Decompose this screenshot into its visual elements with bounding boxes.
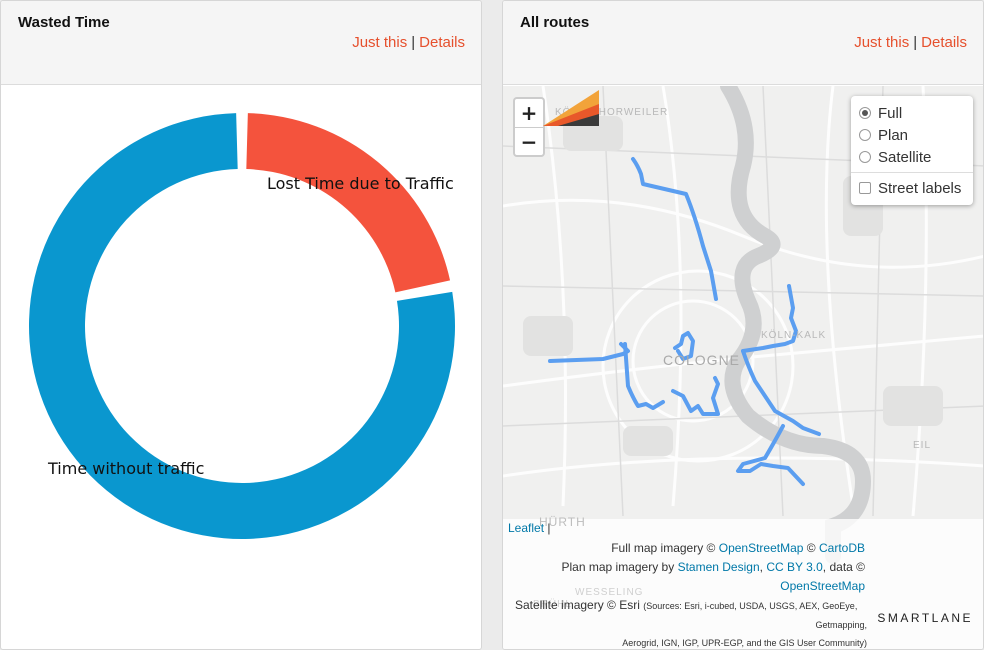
panel-header: All routes Just this | Details — [503, 1, 983, 85]
route-lines — [548, 157, 821, 486]
panel-header: Wasted Time Just this | Details — [1, 1, 481, 85]
plan-attribution: Plan map imagery by Stamen Design, CC BY… — [505, 558, 865, 577]
radio-icon[interactable] — [859, 151, 871, 163]
osm-link[interactable]: OpenStreetMap — [719, 541, 804, 555]
attrib-text: © — [806, 541, 816, 555]
layer-divider — [851, 172, 973, 173]
radio-selected-icon[interactable] — [859, 107, 871, 119]
attrib-text: Full map imagery © — [611, 541, 716, 555]
layer-option-full[interactable]: Full — [859, 102, 965, 124]
river — [720, 86, 872, 564]
routes-map[interactable]: KÖLN-CHORWEILER COLOGNE KÖLN-KALK EIL + … — [503, 86, 983, 649]
attrib-text: Plan map imagery by — [561, 560, 675, 574]
layer-switcher: Full Plan Satellite Street labels — [851, 96, 973, 205]
layer-label: Full — [878, 104, 903, 122]
stamen-link[interactable]: Stamen Design — [678, 560, 760, 574]
layer-option-plan[interactable]: Plan — [859, 124, 965, 146]
attrib-text: , data © — [822, 560, 865, 574]
map-attribution: HÜRTH WESSELING BRÜHL Leaflet | Full map… — [503, 515, 983, 649]
donut-chart: Lost Time due to Traffic Time without tra… — [1, 86, 481, 649]
donut-chart-svg: Lost Time due to Traffic Time without tra… — [29, 113, 455, 539]
overlay-label: Street labels — [878, 179, 962, 197]
panel-title: Wasted Time — [18, 14, 110, 31]
cc-link[interactable]: CC BY 3.0 — [766, 560, 822, 574]
smartlane-logo-text: SMARTLANE — [877, 611, 973, 625]
all-routes-panel: All routes Just this | Details KÖLN-CHOR… — [502, 0, 984, 650]
map-place-label: EIL — [913, 440, 932, 451]
layer-label: Satellite — [878, 148, 932, 166]
attrib-text: Satellite imagery © Esri — [515, 598, 640, 612]
satellite-attribution: Satellite imagery © Esri (Sources: Esri,… — [515, 596, 857, 616]
overlay-street-labels[interactable]: Street labels — [859, 177, 965, 199]
layer-option-satellite[interactable]: Satellite — [859, 146, 965, 168]
attrib-text: Getmapping, — [815, 620, 867, 630]
just-this-link[interactable]: Just this — [854, 34, 909, 51]
map-place-label: KÖLN-KALK — [761, 330, 827, 341]
leaflet-link[interactable]: Leaflet — [508, 521, 544, 535]
checkbox-icon[interactable] — [859, 182, 871, 194]
cartodb-link[interactable]: CartoDB — [819, 541, 865, 555]
just-this-link[interactable]: Just this — [352, 34, 407, 51]
panel-links: Just this | Details — [854, 34, 967, 51]
smartlane-logo-icon — [543, 90, 599, 126]
donut-slice[interactable] — [246, 113, 451, 293]
radio-icon[interactable] — [859, 129, 871, 141]
attrib-text: , — [759, 560, 763, 574]
link-separator: | — [913, 34, 918, 51]
map-place-label: COLOGNE — [663, 352, 741, 368]
attrib-text: (Sources: Esri, i-cubed, USDA, USGS, AEX… — [643, 601, 858, 611]
slice-label: Time without traffic — [47, 459, 204, 478]
satellite-sources: Getmapping, Aerogrid, IGN, IGP, UPR-EGP,… — [507, 616, 867, 649]
panel-links: Just this | Details — [352, 34, 465, 51]
slice-label: Lost Time due to Traffic — [267, 174, 454, 193]
link-separator: | — [411, 34, 416, 51]
full-attribution: Full map imagery © OpenStreetMap © Carto… — [505, 539, 865, 558]
layer-label: Plan — [878, 126, 909, 144]
details-link[interactable]: Details — [419, 34, 465, 51]
details-link[interactable]: Details — [921, 34, 967, 51]
attrib-text: Aerogrid, IGN, IGP, UPR-EGP, and the GIS… — [622, 638, 867, 648]
wasted-time-panel: Wasted Time Just this | Details Lost Time … — [0, 0, 482, 650]
panel-title: All routes — [520, 14, 590, 31]
osm-link[interactable]: OpenStreetMap — [780, 579, 865, 593]
